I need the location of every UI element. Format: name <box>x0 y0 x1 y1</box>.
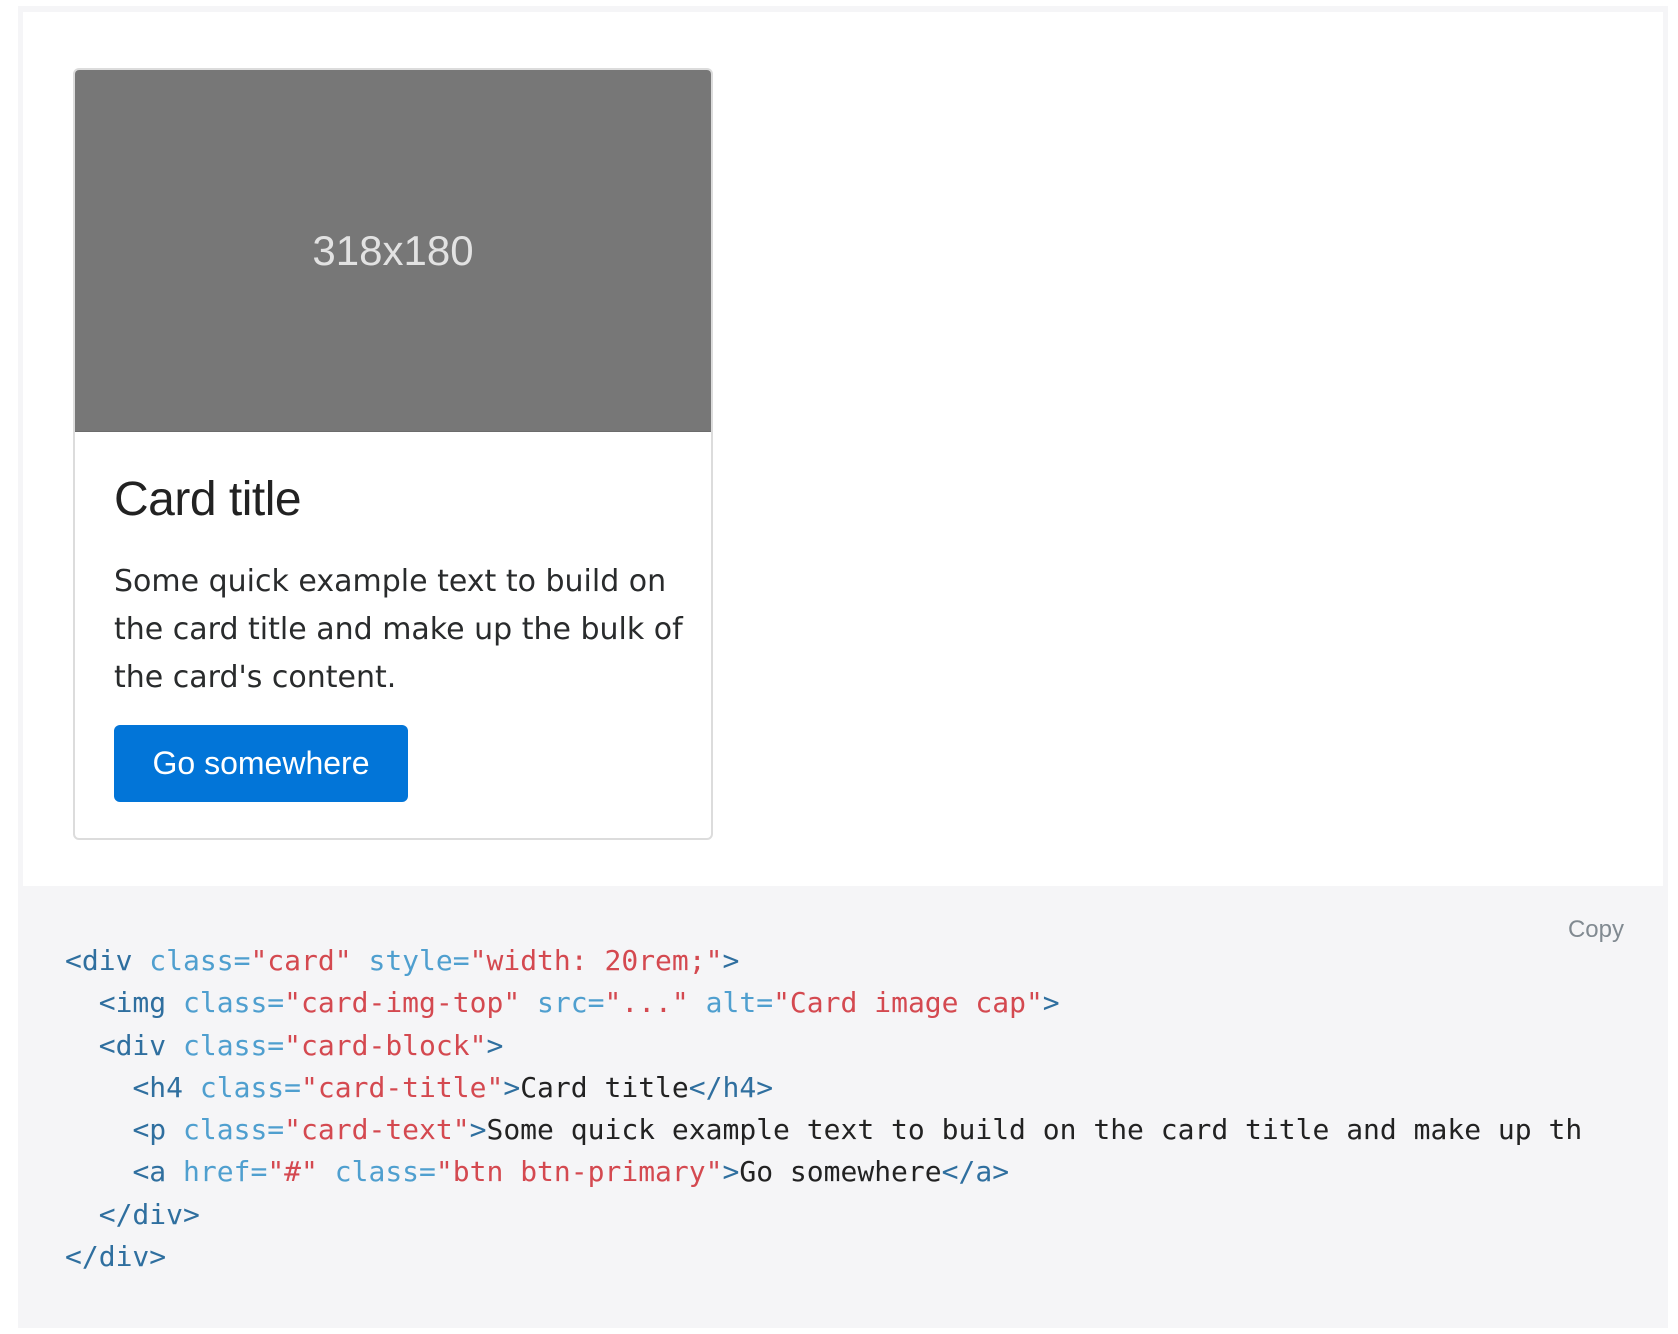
go-somewhere-button[interactable]: Go somewhere <box>114 725 408 802</box>
code-line: <img class="card-img-top" src="..." alt=… <box>65 982 1645 1024</box>
code-line: </div> <box>65 1236 1645 1278</box>
code-attr-token: style= <box>368 944 470 977</box>
example-preview-area: 318x180 Card title Some quick example te… <box>23 12 1663 886</box>
code-tag-token: <p <box>132 1113 167 1147</box>
code-text-token: Card title <box>520 1070 689 1104</box>
code-string-token: "card" <box>250 944 352 977</box>
code-string-token: "#" <box>267 1155 318 1189</box>
code-text-token: Some quick example text to build on the … <box>486 1113 1583 1147</box>
code-line: <div class="card" style="width: 20rem;"> <box>65 940 1645 982</box>
code-tag-token: </h4> <box>688 1070 774 1104</box>
code-line: <h4 class="card-title">Card title</h4> <box>65 1067 1645 1109</box>
code-tag-token: <img <box>98 986 167 1020</box>
code-line: </div> <box>65 1194 1645 1236</box>
code-attr-token: class= <box>334 1155 436 1189</box>
code-tag-token: <div <box>65 944 133 977</box>
code-tag-token: <h4 <box>132 1070 184 1104</box>
code-string-token: "card-text" <box>284 1113 470 1147</box>
code-attr-token: class= <box>183 1028 285 1062</box>
code-line: <div class="card-block"> <box>65 1025 1645 1067</box>
code-tag-token: <a <box>132 1155 167 1189</box>
code-string-token: "Card image cap" <box>773 986 1043 1020</box>
code-tag-token: > <box>722 944 740 977</box>
card-image-label: 318x180 <box>312 226 474 274</box>
code-line: <p class="card-text">Some quick example … <box>65 1109 1645 1151</box>
code-tag-token: > <box>1042 986 1060 1020</box>
code-string-token: "card-title" <box>301 1070 504 1104</box>
code-tag-token: > <box>486 1028 504 1062</box>
code-tag-token: > <box>503 1070 521 1104</box>
code-text-token: Go somewhere <box>739 1155 942 1189</box>
code-tag-token: > <box>722 1155 740 1189</box>
code-string-token: "card-img-top" <box>284 986 521 1020</box>
code-attr-token: href= <box>183 1155 268 1189</box>
code-tag-token: </div> <box>98 1197 200 1231</box>
code-string-token: "btn btn-primary" <box>435 1155 723 1189</box>
docs-example-frame: 318x180 Card title Some quick example te… <box>18 6 1668 1328</box>
code-attr-token: src= <box>537 986 605 1020</box>
card-title: Card title <box>114 473 302 526</box>
card-image-placeholder: 318x180 <box>75 70 711 432</box>
code-string-token: "..." <box>604 986 689 1020</box>
card: 318x180 Card title Some quick example te… <box>73 68 713 840</box>
code-attr-token: class= <box>199 1070 302 1104</box>
code-tag-token: </a> <box>941 1155 1010 1189</box>
code-line: <a href="#" class="btn btn-primary">Go s… <box>65 1151 1645 1193</box>
code-tag-token: </div> <box>65 1240 167 1274</box>
code-snippet: <div class="card" style="width: 20rem;">… <box>65 940 1645 1278</box>
code-tag-token: > <box>469 1113 487 1147</box>
card-text: Some quick example text to build on the … <box>114 564 683 695</box>
code-attr-token: alt= <box>705 986 774 1020</box>
code-string-token: "card-block" <box>284 1028 487 1062</box>
code-attr-token: class= <box>149 944 251 977</box>
code-tag-token: <div <box>98 1028 167 1062</box>
code-string-token: "width: 20rem;" <box>469 944 723 977</box>
code-attr-token: class= <box>183 1113 285 1147</box>
code-attr-token: class= <box>183 986 285 1020</box>
